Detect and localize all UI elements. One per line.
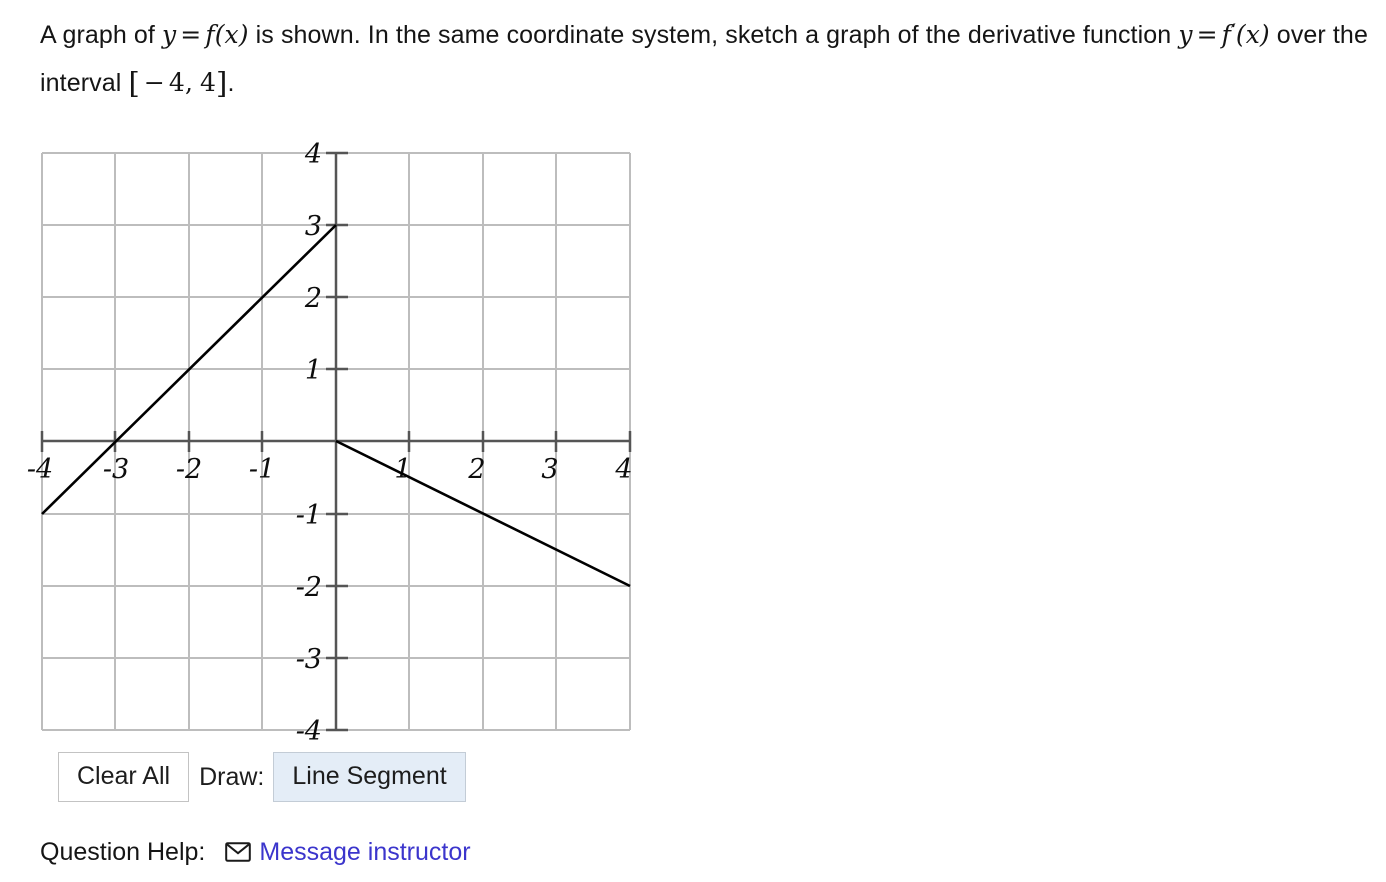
interval-left-bracket: [ [128, 66, 140, 100]
graph-canvas[interactable]: 4 3 2 1 -1 -2 -3 -4 -4 -3 -2 -1 1 2 3 4 [0, 130, 700, 750]
math-equals-2: = [1196, 20, 1218, 49]
question-help-row: Question Help: Message instructor [40, 832, 471, 872]
interval-comma: , [184, 68, 193, 97]
draw-label: Draw: [199, 762, 265, 791]
prompt-text-2: is shown. In the same coordinate system,… [248, 21, 1076, 49]
math-prime: ′ [1230, 20, 1236, 44]
math-y-1: y [162, 20, 177, 49]
drawing-toolbar: Clear All Draw: Line Segment [58, 752, 466, 802]
x-label-3: 3 [541, 454, 558, 485]
line-segment-tool-button[interactable]: Line Segment [273, 752, 466, 802]
message-instructor-link[interactable]: Message instructor [259, 838, 470, 867]
y-label--3: -3 [296, 644, 322, 675]
y-label-3: 3 [305, 211, 322, 242]
math-f-1: f [205, 20, 215, 49]
clear-all-button[interactable]: Clear All [58, 752, 190, 802]
y-label-1: 1 [305, 355, 322, 386]
x-axis-labels: -4 -3 -2 -1 1 2 3 4 [27, 454, 633, 485]
x-label--2: -2 [176, 454, 202, 485]
y-label-2: 2 [304, 283, 322, 314]
prompt-text-3: function [1082, 21, 1179, 49]
math-f-2: f [1221, 20, 1231, 49]
math-of-x-2: (x) [1235, 20, 1270, 49]
prompt-text-1: A graph of [40, 21, 163, 49]
y-label--4: -4 [296, 716, 322, 747]
y-label--2: -2 [296, 572, 322, 603]
question-prompt: A graph of y = f(x) is shown. In the same … [40, 12, 1370, 106]
x-label--1: -1 [249, 454, 275, 485]
x-label-2: 2 [467, 454, 485, 485]
question-help-label: Question Help: [40, 837, 206, 866]
coordinate-plane-svg[interactable]: 4 3 2 1 -1 -2 -3 -4 -4 -3 -2 -1 1 2 3 4 [0, 130, 700, 750]
interval-right-bracket: ] [216, 66, 228, 100]
prompt-period: . [227, 69, 235, 97]
x-label-1: 1 [394, 454, 411, 485]
x-label-4: 4 [614, 454, 632, 485]
interval-lower: 4 [168, 68, 185, 97]
math-equals-1: = [180, 20, 202, 49]
envelope-icon [225, 842, 252, 862]
interval-minus: − [143, 68, 165, 97]
interval-upper: 4 [200, 68, 217, 97]
y-label-4: 4 [304, 139, 322, 170]
x-label--3: -3 [103, 454, 129, 485]
x-label--4: -4 [27, 454, 53, 485]
y-axis-labels: 4 3 2 1 -1 -2 -3 -4 [296, 139, 322, 747]
math-y-2: y [1178, 20, 1193, 49]
y-label--1: -1 [296, 500, 322, 531]
math-of-x-1: (x) [214, 20, 249, 49]
